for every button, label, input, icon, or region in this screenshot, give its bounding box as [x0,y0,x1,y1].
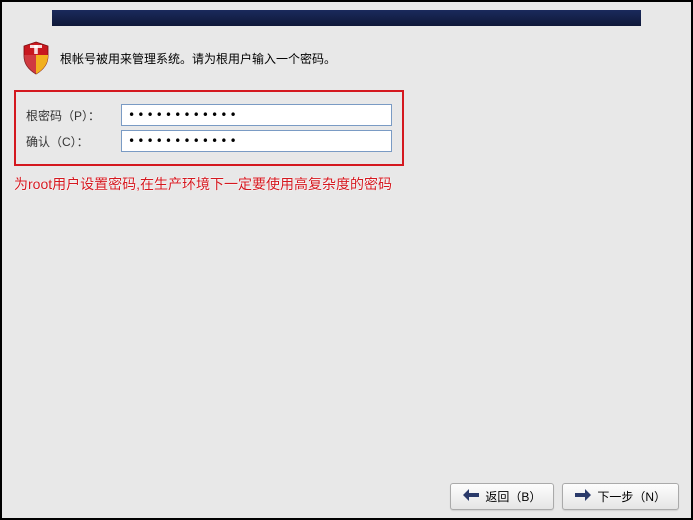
header-row: 根帐号被用来管理系统。请为根用户输入一个密码。 [2,26,691,85]
shield-icon [22,41,50,75]
confirm-password-input[interactable] [121,130,392,152]
root-password-input[interactable] [121,104,392,126]
back-label: 返回（B） [485,488,541,505]
annotation-text: 为root用户设置密码,在生产环境下一定要使用高复杂度的密码 [14,174,691,194]
arrow-left-icon [463,489,479,504]
next-label: 下一步（N） [597,488,666,505]
header-instruction: 根帐号被用来管理系统。请为根用户输入一个密码。 [60,50,336,67]
footer-buttons: 返回（B） 下一步（N） [450,483,679,510]
top-banner [52,10,641,26]
arrow-right-icon [575,489,591,504]
password-label: 根密码（P）： [26,107,121,124]
password-row: 根密码（P）： [26,104,392,126]
confirm-label: 确认（C）： [26,133,121,150]
next-button[interactable]: 下一步（N） [562,483,679,510]
back-button[interactable]: 返回（B） [450,483,554,510]
password-form: 根密码（P）： 确认（C）： [14,90,404,166]
confirm-row: 确认（C）： [26,130,392,152]
